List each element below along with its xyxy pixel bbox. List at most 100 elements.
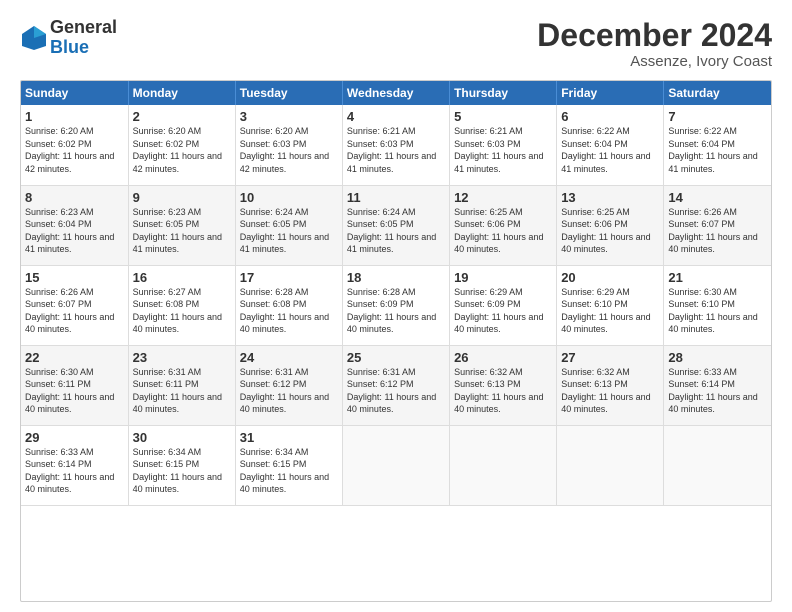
day-number: 18 <box>347 270 445 285</box>
calendar-cell: 6Sunrise: 6:22 AMSunset: 6:04 PMDaylight… <box>557 105 664 185</box>
day-number: 14 <box>668 190 767 205</box>
day-number: 1 <box>25 109 124 124</box>
calendar-cell: 29Sunrise: 6:33 AMSunset: 6:14 PMDayligh… <box>21 425 128 505</box>
cell-details: Sunrise: 6:31 AMSunset: 6:11 PMDaylight:… <box>133 367 222 415</box>
col-monday: Monday <box>128 81 235 105</box>
day-number: 22 <box>25 350 124 365</box>
month-title: December 2024 <box>537 18 772 53</box>
calendar-cell: 17 Sunrise: 6:28 AMSunset: 6:08 PMDayligh… <box>235 265 342 345</box>
cell-details: Sunrise: 6:30 AMSunset: 6:11 PMDaylight:… <box>25 367 114 415</box>
calendar-cell: 5 Sunrise: 6:21 AMSunset: 6:03 PMDaylight… <box>450 105 557 185</box>
logo-blue-text: Blue <box>50 37 89 57</box>
calendar-cell: 28Sunrise: 6:33 AMSunset: 6:14 PMDayligh… <box>664 345 771 425</box>
day-number: 5 <box>454 109 552 124</box>
calendar-cell: 18 Sunrise: 6:28 AMSunset: 6:09 PMDayligh… <box>342 265 449 345</box>
cell-details: Sunrise: 6:34 AMSunset: 6:15 PMDaylight:… <box>240 447 329 495</box>
calendar-week-row: 29Sunrise: 6:33 AMSunset: 6:14 PMDayligh… <box>21 425 771 505</box>
calendar-cell: 19 Sunrise: 6:29 AMSunset: 6:09 PMDayligh… <box>450 265 557 345</box>
calendar-cell: 16 Sunrise: 6:27 AMSunset: 6:08 PMDayligh… <box>128 265 235 345</box>
cell-details: Sunrise: 6:34 AMSunset: 6:15 PMDaylight:… <box>133 447 222 495</box>
cell-details: Sunrise: 6:31 AMSunset: 6:12 PMDaylight:… <box>347 367 436 415</box>
calendar-cell: 1 Sunrise: 6:20 AMSunset: 6:02 PMDaylight… <box>21 105 128 185</box>
calendar-body: 1 Sunrise: 6:20 AMSunset: 6:02 PMDaylight… <box>21 105 771 505</box>
calendar-cell <box>342 425 449 505</box>
calendar-header: Sunday Monday Tuesday Wednesday Thursday… <box>21 81 771 105</box>
calendar-cell: 21 Sunrise: 6:30 AMSunset: 6:10 PMDayligh… <box>664 265 771 345</box>
cell-details: Sunrise: 6:26 AMSunset: 6:07 PMDaylight:… <box>25 287 114 335</box>
day-number: 11 <box>347 190 445 205</box>
calendar-cell: 24 Sunrise: 6:31 AMSunset: 6:12 PMDayligh… <box>235 345 342 425</box>
cell-details: Sunrise: 6:27 AMSunset: 6:08 PMDaylight:… <box>133 287 222 335</box>
day-number: 27 <box>561 350 659 365</box>
calendar-cell: 11 Sunrise: 6:24 AMSunset: 6:05 PMDayligh… <box>342 185 449 265</box>
calendar-cell <box>450 425 557 505</box>
calendar-cell: 31 Sunrise: 6:34 AMSunset: 6:15 PMDayligh… <box>235 425 342 505</box>
logo-general-text: General <box>50 17 117 37</box>
cell-details: Sunrise: 6:26 AMSunset: 6:07 PMDaylight:… <box>668 207 757 255</box>
title-section: December 2024 Assenze, Ivory Coast <box>537 18 772 70</box>
cell-details: Sunrise: 6:29 AMSunset: 6:10 PMDaylight:… <box>561 287 650 335</box>
logo: General Blue <box>20 18 117 58</box>
calendar-cell: 9Sunrise: 6:23 AMSunset: 6:05 PMDaylight… <box>128 185 235 265</box>
cell-details: Sunrise: 6:23 AMSunset: 6:04 PMDaylight:… <box>25 207 114 255</box>
cell-details: Sunrise: 6:25 AMSunset: 6:06 PMDaylight:… <box>454 207 543 255</box>
calendar-week-row: 22 Sunrise: 6:30 AMSunset: 6:11 PMDayligh… <box>21 345 771 425</box>
calendar-cell: 8 Sunrise: 6:23 AMSunset: 6:04 PMDaylight… <box>21 185 128 265</box>
calendar-cell <box>557 425 664 505</box>
day-number: 21 <box>668 270 767 285</box>
calendar-cell: 20 Sunrise: 6:29 AMSunset: 6:10 PMDayligh… <box>557 265 664 345</box>
calendar-cell: 10 Sunrise: 6:24 AMSunset: 6:05 PMDayligh… <box>235 185 342 265</box>
cell-details: Sunrise: 6:21 AMSunset: 6:03 PMDaylight:… <box>347 126 436 174</box>
day-number: 2 <box>133 109 231 124</box>
calendar-week-row: 8 Sunrise: 6:23 AMSunset: 6:04 PMDaylight… <box>21 185 771 265</box>
day-number: 28 <box>668 350 767 365</box>
cell-details: Sunrise: 6:29 AMSunset: 6:09 PMDaylight:… <box>454 287 543 335</box>
day-number: 31 <box>240 430 338 445</box>
day-number: 30 <box>133 430 231 445</box>
day-number: 25 <box>347 350 445 365</box>
calendar-cell: 27 Sunrise: 6:32 AMSunset: 6:13 PMDayligh… <box>557 345 664 425</box>
day-number: 13 <box>561 190 659 205</box>
cell-details: Sunrise: 6:32 AMSunset: 6:13 PMDaylight:… <box>454 367 543 415</box>
col-saturday: Saturday <box>664 81 771 105</box>
calendar-cell: 15Sunrise: 6:26 AMSunset: 6:07 PMDayligh… <box>21 265 128 345</box>
calendar-week-row: 1 Sunrise: 6:20 AMSunset: 6:02 PMDaylight… <box>21 105 771 185</box>
day-number: 24 <box>240 350 338 365</box>
day-number: 8 <box>25 190 124 205</box>
day-number: 26 <box>454 350 552 365</box>
cell-details: Sunrise: 6:31 AMSunset: 6:12 PMDaylight:… <box>240 367 329 415</box>
col-friday: Friday <box>557 81 664 105</box>
logo-icon <box>20 24 48 52</box>
location-title: Assenze, Ivory Coast <box>537 53 772 70</box>
cell-details: Sunrise: 6:20 AMSunset: 6:02 PMDaylight:… <box>25 126 114 174</box>
day-number: 20 <box>561 270 659 285</box>
calendar-table: Sunday Monday Tuesday Wednesday Thursday… <box>21 81 771 506</box>
cell-details: Sunrise: 6:25 AMSunset: 6:06 PMDaylight:… <box>561 207 650 255</box>
day-number: 10 <box>240 190 338 205</box>
calendar-cell: 22 Sunrise: 6:30 AMSunset: 6:11 PMDayligh… <box>21 345 128 425</box>
day-number: 23 <box>133 350 231 365</box>
col-wednesday: Wednesday <box>342 81 449 105</box>
cell-details: Sunrise: 6:22 AMSunset: 6:04 PMDaylight:… <box>561 126 650 174</box>
calendar-cell: 30 Sunrise: 6:34 AMSunset: 6:15 PMDayligh… <box>128 425 235 505</box>
day-number: 17 <box>240 270 338 285</box>
day-number: 19 <box>454 270 552 285</box>
cell-details: Sunrise: 6:32 AMSunset: 6:13 PMDaylight:… <box>561 367 650 415</box>
day-number: 16 <box>133 270 231 285</box>
col-sunday: Sunday <box>21 81 128 105</box>
header: General Blue December 2024 Assenze, Ivor… <box>20 18 772 70</box>
cell-details: Sunrise: 6:24 AMSunset: 6:05 PMDaylight:… <box>240 207 329 255</box>
day-number: 7 <box>668 109 767 124</box>
calendar-cell: 3Sunrise: 6:20 AMSunset: 6:03 PMDaylight… <box>235 105 342 185</box>
cell-details: Sunrise: 6:20 AMSunset: 6:03 PMDaylight:… <box>240 126 329 174</box>
day-number: 29 <box>25 430 124 445</box>
cell-details: Sunrise: 6:23 AMSunset: 6:05 PMDaylight:… <box>133 207 222 255</box>
calendar-cell: 4Sunrise: 6:21 AMSunset: 6:03 PMDaylight… <box>342 105 449 185</box>
cell-details: Sunrise: 6:20 AMSunset: 6:02 PMDaylight:… <box>133 126 222 174</box>
cell-details: Sunrise: 6:24 AMSunset: 6:05 PMDaylight:… <box>347 207 436 255</box>
calendar-cell: 14 Sunrise: 6:26 AMSunset: 6:07 PMDayligh… <box>664 185 771 265</box>
cell-details: Sunrise: 6:21 AMSunset: 6:03 PMDaylight:… <box>454 126 543 174</box>
cell-details: Sunrise: 6:30 AMSunset: 6:10 PMDaylight:… <box>668 287 757 335</box>
cell-details: Sunrise: 6:28 AMSunset: 6:09 PMDaylight:… <box>347 287 436 335</box>
cell-details: Sunrise: 6:28 AMSunset: 6:08 PMDaylight:… <box>240 287 329 335</box>
